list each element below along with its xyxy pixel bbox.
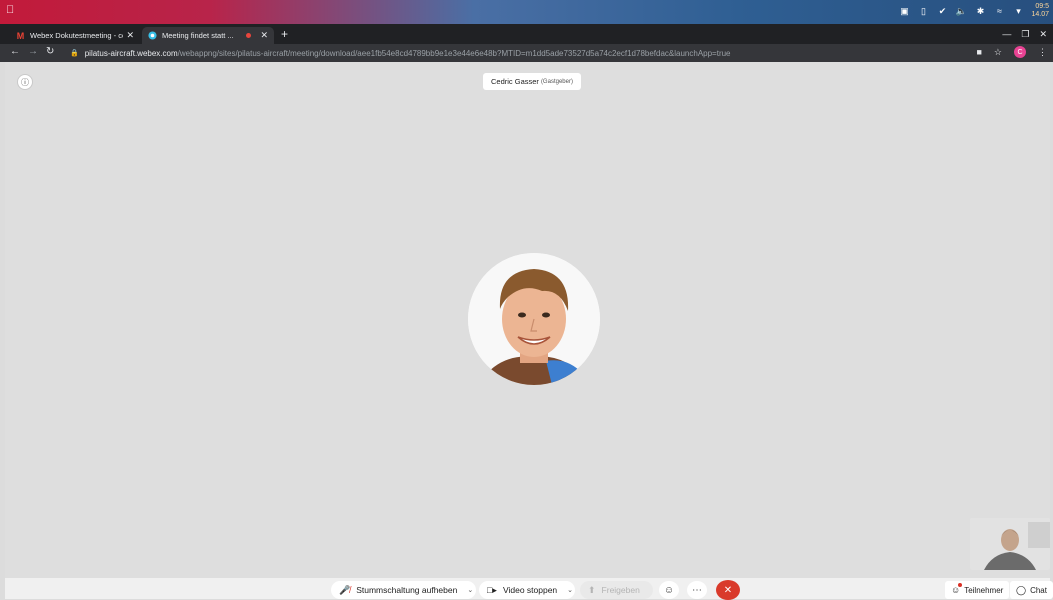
- host-avatar: [468, 253, 600, 385]
- menu-kebab-icon[interactable]: ⋮: [1038, 47, 1047, 58]
- volume-icon[interactable]: 🔈: [955, 5, 967, 17]
- host-role: (Gastgeber): [540, 78, 573, 85]
- tab-title: Webex Dokutestmeeting - co: [30, 31, 124, 40]
- gmail-icon: M: [16, 30, 25, 41]
- minimize-icon[interactable]: —: [1002, 29, 1011, 40]
- os-menu-bar:  ▣ ▯ ✔ 🔈 ✱ ≈ ▾ 09:5 14.07: [0, 0, 1053, 24]
- camera-icon[interactable]: ■: [976, 47, 981, 57]
- close-icon[interactable]: ✕: [260, 30, 268, 41]
- new-tab-button[interactable]: +: [281, 27, 288, 41]
- info-icon[interactable]: ⓘ: [17, 74, 33, 90]
- tab-gmail[interactable]: M Webex Dokutestmeeting - co ✕: [10, 27, 140, 44]
- system-tray: ▣ ▯ ✔ 🔈 ✱ ≈ ▾ 09:5 14.07: [898, 3, 1049, 19]
- reactions-icon[interactable]: ☺: [659, 581, 679, 599]
- unmute-label: Stummschaltung aufheben: [356, 585, 458, 595]
- address-bar[interactable]: 🔒 pilatus-aircraft.webex.com /webappng/s…: [62, 45, 1000, 61]
- unmute-button[interactable]: 🎤̸ Stummschaltung aufheben ⌄: [331, 581, 476, 599]
- close-window-icon[interactable]: ✕: [1039, 29, 1047, 40]
- close-icon[interactable]: ✕: [126, 30, 134, 41]
- reload-icon[interactable]: ↻: [46, 46, 54, 57]
- window-controls: — ❐ ✕: [1002, 29, 1047, 40]
- tab-strip: M Webex Dokutestmeeting - co ✕ Meeting f…: [0, 24, 1053, 44]
- webex-icon: [148, 31, 157, 40]
- leave-meeting-button[interactable]: ✕: [716, 580, 740, 600]
- participants-button[interactable]: ☺ Teilnehmer: [945, 581, 1010, 599]
- self-view-video[interactable]: [970, 518, 1050, 570]
- url-host: pilatus-aircraft.webex.com: [84, 48, 178, 58]
- share-label: Freigeben: [601, 585, 640, 595]
- chat-label: Chat: [1030, 585, 1047, 595]
- bookmark-star-icon[interactable]: ☆: [994, 47, 1002, 58]
- notification-dot: [958, 583, 963, 587]
- dropdown-icon[interactable]: ▾: [1012, 5, 1024, 17]
- url-path: /webappng/sites/pilatus-aircraft/meeting…: [177, 48, 731, 58]
- chat-bubble-icon: ◯: [1016, 584, 1027, 595]
- stop-video-button[interactable]: □▸ Video stoppen ⌄: [479, 581, 575, 599]
- tab-title: Meeting findet statt ...: [162, 31, 234, 40]
- apple-icon[interactable]: : [6, 4, 14, 16]
- bluetooth-icon[interactable]: ✱: [974, 5, 986, 17]
- share-icon: ⬆: [588, 584, 596, 595]
- clock[interactable]: 09:5 14.07: [1031, 3, 1049, 19]
- chevron-down-icon[interactable]: ⌄: [467, 586, 473, 594]
- lock-icon[interactable]: 🔒: [70, 49, 79, 57]
- chevron-down-icon[interactable]: ⌄: [567, 586, 573, 594]
- more-options-icon[interactable]: ⋯: [687, 581, 707, 599]
- meeting-control-bar: 🎤̸ Stummschaltung aufheben ⌄ □▸ Video st…: [5, 578, 1053, 600]
- host-name: Cedric Gasser: [491, 77, 539, 86]
- share-button[interactable]: ⬆ Freigeben: [580, 581, 653, 599]
- forward-icon[interactable]: →: [28, 46, 38, 57]
- back-icon[interactable]: ←: [10, 46, 20, 57]
- stop-video-label: Video stoppen: [502, 585, 558, 595]
- participants-label: Teilnehmer: [964, 585, 1004, 595]
- restore-icon[interactable]: ❐: [1021, 29, 1029, 40]
- tab-webex[interactable]: Meeting findet statt ... ✕: [142, 27, 274, 44]
- meeting-stage: ⓘ Cedric Gasser (Gastgeber) 🎤̸ Stummscha…: [5, 62, 1053, 600]
- chat-button[interactable]: ◯ Chat: [1010, 581, 1053, 599]
- participants-icon: ☺: [951, 583, 963, 595]
- trash-icon[interactable]: ▯: [917, 5, 929, 17]
- muted-mic-icon: 🎤̸: [339, 584, 351, 595]
- video-camera-icon: □▸: [487, 584, 497, 595]
- wifi-icon[interactable]: ≈: [993, 5, 1005, 17]
- toolbar-right: ■ ☆ C ⋮: [976, 46, 1047, 58]
- screen-record-icon[interactable]: ▣: [898, 5, 910, 17]
- recording-indicator-icon: [246, 33, 252, 38]
- profile-avatar[interactable]: C: [1014, 46, 1026, 58]
- check-icon[interactable]: ✔: [936, 5, 948, 17]
- active-speaker-label: Cedric Gasser (Gastgeber): [483, 73, 581, 90]
- navigation-bar: ← → ↻ 🔒 pilatus-aircraft.webex.com /weba…: [0, 44, 1053, 62]
